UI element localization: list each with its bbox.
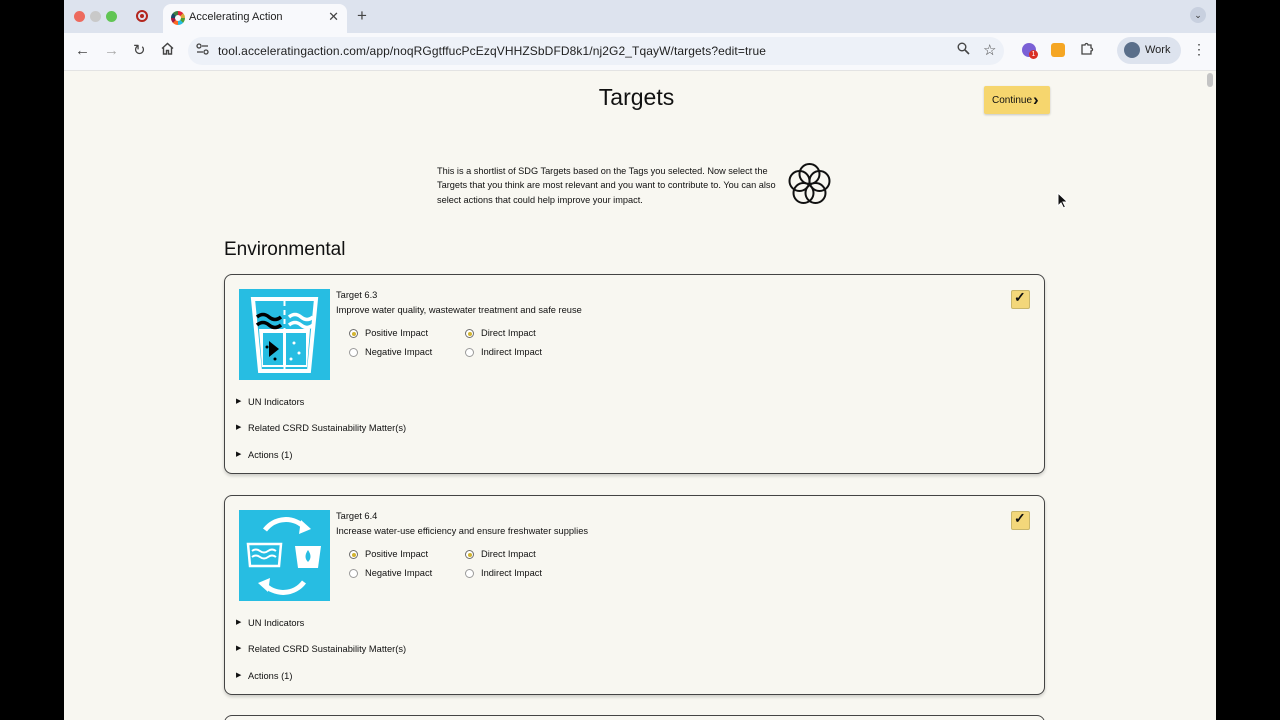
disclosure-label: Actions (1) [248, 450, 293, 460]
target-card: Target 6.4 Increase water-use efficiency… [224, 495, 1045, 695]
disclosure-triangle-icon: ▶ [236, 645, 242, 652]
target-select-checkbox[interactable]: ✓ [1011, 510, 1030, 530]
radio-label: Indirect Impact [481, 568, 542, 578]
vertical-scrollbar[interactable] [1204, 71, 1216, 720]
extension-badge: 1 [1029, 50, 1038, 59]
disclosure-triangle-icon: ▶ [236, 451, 242, 458]
radio-label: Positive Impact [365, 549, 429, 559]
disclosure-label: UN Indicators [248, 618, 305, 628]
minimize-window-button[interactable] [90, 11, 101, 22]
extension-chat-icon[interactable]: 1 [1022, 43, 1038, 59]
target-card-partial [224, 715, 1045, 720]
browser-toolbar: ← → ↻ tool.acceleratingaction.com/app/no… [64, 33, 1216, 71]
radio-label: Negative Impact [365, 347, 433, 357]
radio-label: Indirect Impact [481, 347, 542, 357]
target-number: Target 6.4 [336, 511, 378, 521]
page-content: Targets Continue › This is a shortlist o… [64, 71, 1204, 720]
radio-label: Negative Impact [365, 568, 433, 578]
continue-label: Continue [992, 95, 1033, 106]
intro-text: This is a shortlist of SDG Targets based… [437, 166, 776, 205]
browser-menu-icon[interactable]: ⋮ [1192, 41, 1206, 58]
disclosure-label: Related CSRD Sustainability Matter(s) [248, 644, 407, 654]
target-description: Improve water quality, wastewater treatm… [336, 305, 582, 315]
site-info-icon[interactable] [196, 43, 209, 58]
radio-button[interactable] [465, 348, 474, 357]
continue-button[interactable]: Continue › [984, 86, 1050, 114]
new-tab-button[interactable]: + [357, 6, 367, 26]
radio-button-selected[interactable] [465, 329, 474, 338]
extension-orange-icon[interactable] [1051, 43, 1065, 57]
checkmark-icon: ✓ [1014, 289, 1026, 305]
extensions-puzzle-icon[interactable] [1080, 41, 1095, 61]
tab-accelerating-action[interactable]: Accelerating Action ✕ [163, 4, 347, 33]
water-quality-icon [239, 289, 330, 380]
target-number: Target 6.3 [336, 290, 378, 300]
section-heading-environmental: Environmental [224, 239, 346, 260]
profile-button[interactable]: Work [1117, 37, 1181, 64]
target-card: Target 6.3 Improve water quality, wastew… [224, 274, 1045, 474]
url-text[interactable]: tool.acceleratingaction.com/app/noqRGgtf… [218, 44, 766, 58]
radio-button-selected[interactable] [349, 550, 358, 559]
disclosure-triangle-icon: ▶ [236, 619, 242, 626]
disclosure-label: Related CSRD Sustainability Matter(s) [248, 423, 407, 433]
close-window-button[interactable] [74, 11, 85, 22]
tab-close-icon[interactable]: ✕ [328, 9, 339, 25]
chevron-right-icon: › [1033, 90, 1039, 109]
profile-label: Work [1145, 44, 1171, 56]
browser-window: Accelerating Action ✕ + ⌄ ← → ↻ tool.acc… [64, 0, 1216, 720]
radio-button[interactable] [465, 569, 474, 578]
maximize-window-button[interactable] [106, 11, 117, 22]
scrollbar-thumb[interactable] [1207, 73, 1213, 87]
mouse-pointer-icon [1057, 192, 1069, 209]
zoom-icon[interactable] [957, 42, 970, 58]
tab-search-chevron-icon[interactable]: ⌄ [1190, 7, 1206, 23]
target-select-checkbox[interactable]: ✓ [1011, 289, 1030, 309]
radio-label: Positive Impact [365, 328, 429, 338]
water-efficiency-icon [239, 510, 330, 601]
radio-button-selected[interactable] [349, 329, 358, 338]
address-bar[interactable]: tool.acceleratingaction.com/app/noqRGgtf… [188, 37, 1004, 65]
checkmark-icon: ✓ [1014, 510, 1026, 526]
disclosure-triangle-icon: ▶ [236, 672, 242, 679]
bookmark-star-icon[interactable]: ☆ [983, 41, 996, 59]
radio-button[interactable] [349, 569, 358, 578]
disclosure-label: Actions (1) [248, 671, 293, 681]
forward-arrow-icon[interactable]: → [104, 42, 119, 60]
reload-icon[interactable]: ↻ [133, 42, 146, 60]
home-icon[interactable] [161, 42, 174, 60]
radio-label: Direct Impact [481, 549, 536, 559]
tab-title: Accelerating Action [189, 11, 283, 23]
disclosure-triangle-icon: ▶ [236, 424, 242, 431]
tab-strip: Accelerating Action ✕ + ⌄ [64, 0, 1216, 33]
sdg-flower-icon [788, 163, 831, 204]
radio-label: Direct Impact [481, 328, 536, 338]
avatar [1124, 42, 1140, 58]
radio-button-selected[interactable] [465, 550, 474, 559]
target-description: Increase water-use efficiency and ensure… [336, 526, 589, 536]
sdg-wheel-favicon-icon [171, 11, 185, 25]
disclosure-triangle-icon: ▶ [236, 398, 242, 405]
recording-icon[interactable] [136, 10, 148, 22]
back-arrow-icon[interactable]: ← [75, 42, 90, 60]
disclosure-label: UN Indicators [248, 397, 305, 407]
radio-button[interactable] [349, 348, 358, 357]
